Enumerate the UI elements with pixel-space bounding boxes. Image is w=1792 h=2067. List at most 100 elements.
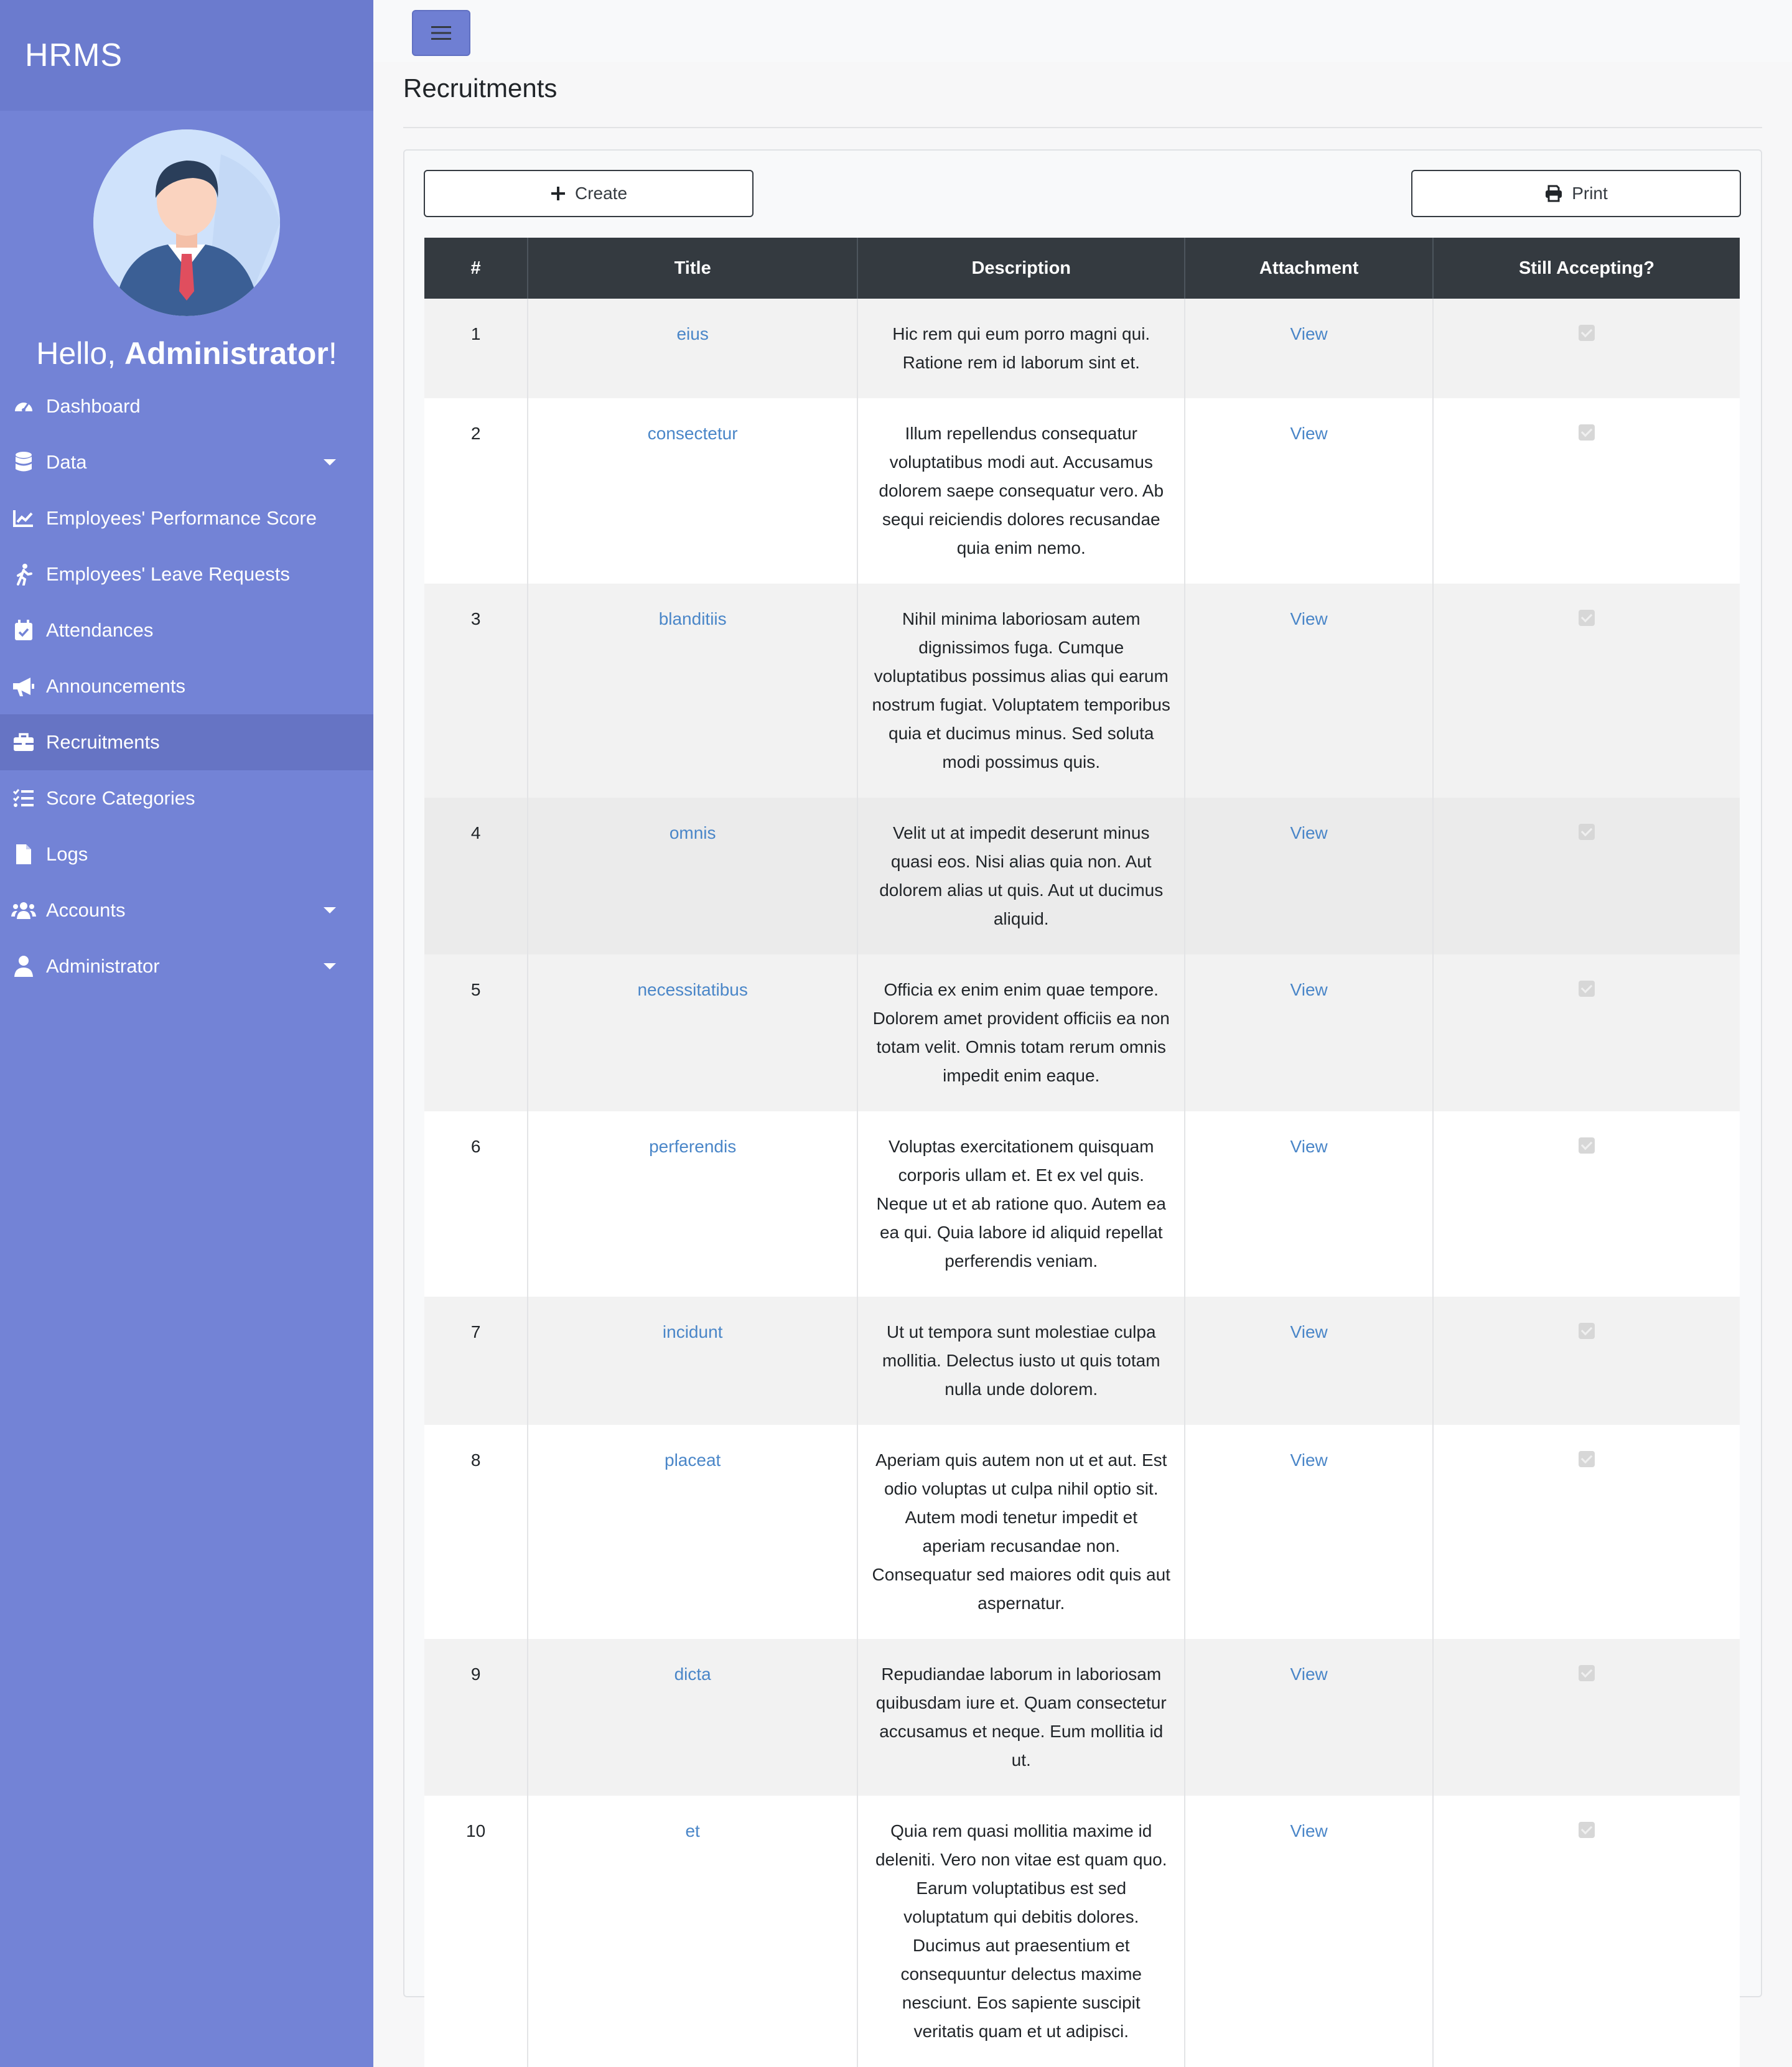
attachment-view-link[interactable]: View bbox=[1290, 1664, 1328, 1684]
sidebar-item-label: Recruitments bbox=[46, 731, 160, 753]
table-row: 7 incidunt Ut ut tempora sunt molestiae … bbox=[424, 1297, 1740, 1425]
recruitment-description: Aperiam quis autem non ut et aut. Est od… bbox=[857, 1425, 1186, 1639]
row-number: 5 bbox=[424, 954, 529, 1111]
print-button-label: Print bbox=[1572, 184, 1608, 203]
still-accepting-checkbox bbox=[1578, 1451, 1595, 1467]
recruitment-title-link[interactable]: necessitatibus bbox=[637, 980, 747, 999]
chart-line-icon bbox=[11, 506, 36, 531]
print-button[interactable]: Print bbox=[1411, 170, 1741, 217]
table-row: 6 perferendis Voluptas exercitationem qu… bbox=[424, 1111, 1740, 1297]
recruitment-description: Ut ut tempora sunt molestiae culpa molli… bbox=[857, 1297, 1186, 1425]
recruitment-title-link[interactable]: eius bbox=[676, 324, 708, 343]
sidebar-toggle-button[interactable] bbox=[412, 10, 470, 56]
column-header-title[interactable]: Title bbox=[528, 238, 859, 299]
sidebar-item-data[interactable]: Data bbox=[0, 434, 373, 490]
printer-icon bbox=[1546, 185, 1562, 202]
chevron-down-icon bbox=[324, 459, 336, 465]
recruitment-title-link[interactable]: incidunt bbox=[663, 1322, 723, 1341]
recruitment-title-link[interactable]: blanditiis bbox=[659, 609, 727, 628]
sidebar-item-label: Accounts bbox=[46, 899, 126, 921]
recruitment-title-link[interactable]: placeat bbox=[665, 1450, 721, 1470]
row-number: 7 bbox=[424, 1297, 529, 1425]
list-check-icon bbox=[11, 786, 36, 811]
row-number: 3 bbox=[424, 584, 529, 798]
still-accepting-checkbox bbox=[1578, 981, 1595, 997]
still-accepting-checkbox bbox=[1578, 1323, 1595, 1339]
sidebar-item-recruitments[interactable]: Recruitments bbox=[0, 714, 373, 770]
sidebar-item-performance-score[interactable]: Employees' Performance Score bbox=[0, 490, 373, 546]
attachment-view-link[interactable]: View bbox=[1290, 1137, 1328, 1156]
recruitment-description: Officia ex enim enim quae tempore. Dolor… bbox=[857, 954, 1186, 1111]
table-row: 10 et Quia rem quasi mollitia maxime id … bbox=[424, 1796, 1740, 2067]
still-accepting-checkbox bbox=[1578, 1137, 1595, 1154]
create-button[interactable]: Create bbox=[424, 170, 754, 217]
column-header-attachment[interactable]: Attachment bbox=[1185, 238, 1434, 299]
recruitments-table: # Title Description Attachment Still Acc… bbox=[424, 238, 1740, 2067]
plus-icon bbox=[551, 187, 565, 200]
recruitment-title-link[interactable]: omnis bbox=[670, 823, 716, 842]
greeting-suffix: ! bbox=[328, 336, 337, 371]
calendar-check-icon bbox=[11, 618, 36, 643]
attachment-view-link[interactable]: View bbox=[1290, 1821, 1328, 1841]
create-button-label: Create bbox=[574, 184, 628, 203]
recruitment-description: Quia rem quasi mollitia maxime id deleni… bbox=[857, 1796, 1186, 2067]
top-navbar bbox=[373, 0, 1792, 62]
sidebar-item-announcements[interactable]: Announcements bbox=[0, 658, 373, 714]
megaphone-icon bbox=[11, 674, 36, 699]
chevron-down-icon bbox=[324, 907, 336, 913]
table-row: 8 placeat Aperiam quis autem non ut et a… bbox=[424, 1425, 1740, 1639]
attachment-view-link[interactable]: View bbox=[1290, 424, 1328, 443]
user-icon bbox=[11, 954, 36, 979]
row-number: 9 bbox=[424, 1639, 529, 1796]
sidebar-item-leave-requests[interactable]: Employees' Leave Requests bbox=[0, 546, 373, 602]
still-accepting-checkbox bbox=[1578, 610, 1595, 626]
sidebar-item-attendances[interactable]: Attendances bbox=[0, 602, 373, 658]
sidebar-item-label: Employees' Leave Requests bbox=[46, 563, 290, 585]
users-icon bbox=[11, 898, 36, 923]
greeting-user-name: Administrator bbox=[124, 336, 329, 371]
table-header-row: # Title Description Attachment Still Acc… bbox=[424, 238, 1740, 299]
attachment-view-link[interactable]: View bbox=[1290, 324, 1328, 343]
recruitment-title-link[interactable]: consectetur bbox=[648, 424, 738, 443]
attachment-view-link[interactable]: View bbox=[1290, 1322, 1328, 1341]
database-icon bbox=[11, 450, 36, 475]
row-number: 8 bbox=[424, 1425, 529, 1639]
attachment-view-link[interactable]: View bbox=[1290, 1450, 1328, 1470]
recruitment-description: Hic rem qui eum porro magni qui. Ratione… bbox=[857, 299, 1186, 398]
column-header-number[interactable]: # bbox=[424, 238, 529, 299]
sidebar-item-label: Score Categories bbox=[46, 787, 195, 809]
recruitment-description: Repudiandae laborum in laboriosam quibus… bbox=[857, 1639, 1186, 1796]
sidebar-item-label: Employees' Performance Score bbox=[46, 507, 317, 529]
recruitment-description: Nihil minima laboriosam autem dignissimo… bbox=[857, 584, 1186, 798]
row-number: 4 bbox=[424, 798, 529, 954]
sidebar-item-logs[interactable]: Logs bbox=[0, 826, 373, 882]
sidebar-item-score-categories[interactable]: Score Categories bbox=[0, 770, 373, 826]
gauge-icon bbox=[11, 394, 36, 419]
recruitment-title-link[interactable]: et bbox=[685, 1821, 699, 1841]
sidebar-item-dashboard[interactable]: Dashboard bbox=[0, 378, 373, 434]
table-row: 5 necessitatibus Officia ex enim enim qu… bbox=[424, 954, 1740, 1111]
table-row: 3 blanditiis Nihil minima laboriosam aut… bbox=[424, 584, 1740, 798]
greeting-prefix: Hello, bbox=[36, 336, 116, 371]
recruitment-title-link[interactable]: dicta bbox=[674, 1664, 711, 1684]
sidebar-item-accounts[interactable]: Accounts bbox=[0, 882, 373, 938]
column-header-still-accepting[interactable]: Still Accepting? bbox=[1432, 238, 1740, 299]
sidebar-item-administrator[interactable]: Administrator bbox=[0, 938, 373, 994]
briefcase-icon bbox=[11, 730, 36, 755]
recruitment-title-link[interactable]: perferendis bbox=[649, 1137, 736, 1156]
attachment-view-link[interactable]: View bbox=[1290, 823, 1328, 842]
brand-logo[interactable]: HRMS bbox=[0, 0, 373, 111]
sidebar-item-label: Announcements bbox=[46, 675, 186, 697]
divider bbox=[403, 127, 1762, 128]
chevron-down-icon bbox=[324, 963, 336, 969]
table-row: 1 eius Hic rem qui eum porro magni qui. … bbox=[424, 299, 1740, 398]
recruitment-description: Velit ut at impedit deserunt minus quasi… bbox=[857, 798, 1186, 954]
attachment-view-link[interactable]: View bbox=[1290, 609, 1328, 628]
attachment-view-link[interactable]: View bbox=[1290, 980, 1328, 999]
row-number: 6 bbox=[424, 1111, 529, 1297]
column-header-description[interactable]: Description bbox=[857, 238, 1186, 299]
recruitment-description: Illum repellendus consequatur voluptatib… bbox=[857, 398, 1186, 584]
recruitment-description: Voluptas exercitationem quisquam corpori… bbox=[857, 1111, 1186, 1297]
file-icon bbox=[11, 842, 36, 867]
row-number: 1 bbox=[424, 299, 529, 398]
